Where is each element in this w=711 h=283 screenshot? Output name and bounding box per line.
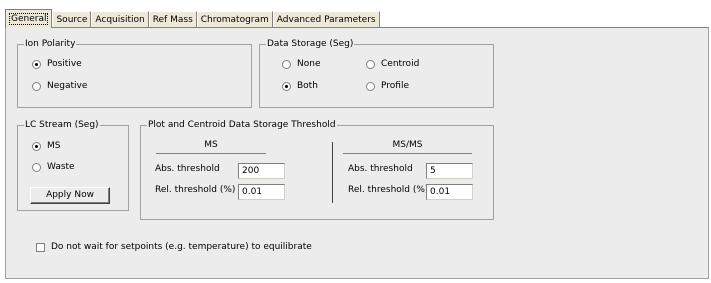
tab-advanced-parameters[interactable]: Advanced Parameters: [272, 11, 380, 28]
radio-label: Profile: [381, 81, 409, 91]
radio-dot: [32, 81, 41, 91]
wait-setpoints-label: Do not wait for setpoints (e.g. temperat…: [51, 242, 312, 252]
general-panel: Ion Polarity Positive Negative Data Stor…: [5, 27, 709, 279]
radio-dot: [32, 141, 41, 151]
radio-profile[interactable]: Profile: [366, 81, 409, 91]
radio-ms[interactable]: MS: [32, 141, 60, 151]
lc-stream-title: LC Stream (Seg): [24, 120, 100, 131]
lc-stream-group: LC Stream (Seg) MS Waste Apply Now: [17, 120, 129, 211]
tab-acquisition[interactable]: Acquisition: [91, 11, 149, 28]
radio-label: Both: [297, 81, 318, 91]
ion-polarity-group: Ion Polarity Positive Negative: [17, 39, 252, 108]
msms-header-underline: [343, 153, 472, 154]
radio-centroid[interactable]: Centroid: [366, 59, 419, 69]
radio-label: Waste: [47, 162, 75, 172]
ms-header: MS: [204, 140, 218, 150]
tab-ref-mass[interactable]: Ref Mass: [148, 11, 197, 28]
tab-chromatogram[interactable]: Chromatogram: [196, 11, 273, 28]
ion-polarity-title: Ion Polarity: [24, 39, 77, 50]
radio-label: None: [297, 59, 321, 69]
radio-dot: [366, 81, 375, 91]
ms-rel-threshold-label: Rel. threshold (%): [155, 185, 236, 195]
ms-header-underline: [156, 153, 266, 154]
radio-dot: [282, 81, 291, 91]
radio-dot: [32, 162, 41, 172]
ms-abs-threshold-input[interactable]: 200: [238, 163, 285, 179]
ms-abs-threshold-label: Abs. threshold: [155, 164, 220, 174]
tab-label: General: [9, 13, 49, 25]
wait-setpoints-checkbox[interactable]: [36, 243, 45, 252]
msms-abs-threshold-label: Abs. threshold: [348, 164, 413, 174]
radio-positive[interactable]: Positive: [32, 59, 82, 69]
radio-none[interactable]: None: [282, 59, 320, 69]
radio-label: Centroid: [381, 59, 420, 69]
radio-waste[interactable]: Waste: [32, 162, 75, 172]
radio-both[interactable]: Both: [282, 81, 318, 91]
tab-source[interactable]: Source: [52, 11, 92, 28]
data-storage-title: Data Storage (Seg): [266, 39, 355, 50]
msms-abs-threshold-input[interactable]: 5: [426, 163, 473, 179]
msms-rel-threshold-label: Rel. threshold (%): [348, 185, 429, 195]
radio-label: Positive: [47, 59, 82, 69]
msms-header: MS/MS: [392, 140, 423, 150]
tab-bar: General Source Acquisition Ref Mass Chro…: [5, 9, 380, 28]
msms-rel-threshold-input[interactable]: 0.01: [426, 184, 473, 200]
threshold-group: Plot and Centroid Data Storage Threshold…: [140, 120, 494, 220]
radio-dot: [282, 59, 291, 69]
radio-negative[interactable]: Negative: [32, 81, 87, 91]
ms-rel-threshold-input[interactable]: 0.01: [238, 184, 285, 200]
apply-now-button[interactable]: Apply Now: [30, 187, 110, 204]
radio-label: Negative: [47, 81, 88, 91]
data-storage-group: Data Storage (Seg) None Centroid Both Pr…: [259, 39, 494, 108]
column-divider: [332, 142, 333, 203]
radio-dot: [366, 59, 375, 69]
tab-general[interactable]: General: [5, 9, 53, 28]
radio-dot: [32, 59, 41, 69]
radio-label: MS: [47, 141, 61, 151]
threshold-title: Plot and Centroid Data Storage Threshold: [147, 120, 337, 131]
